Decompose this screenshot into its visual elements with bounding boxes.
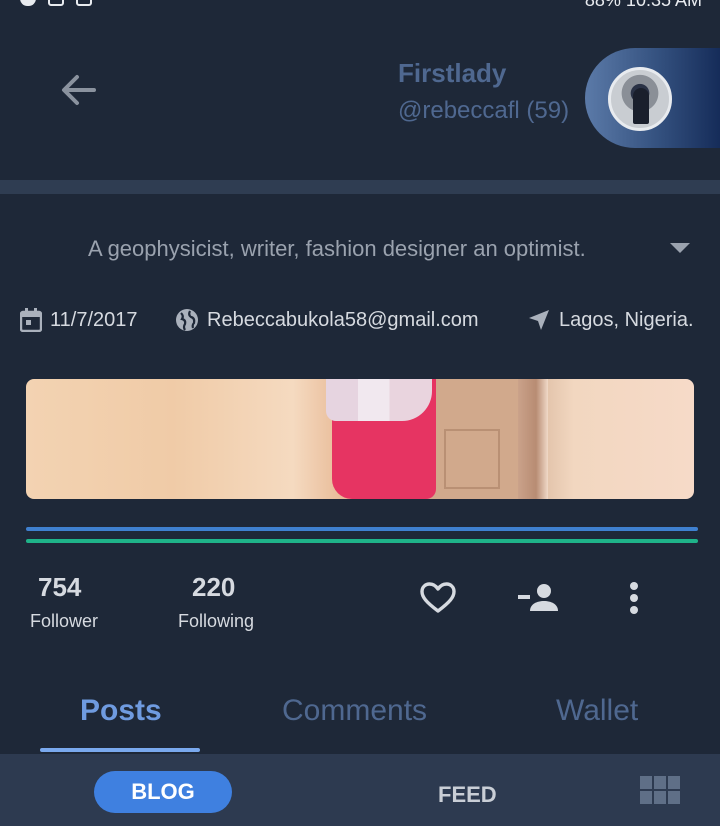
bottom-nav: BLOG FEED [0,754,720,826]
location-arrow-icon [529,310,549,330]
followers-stat[interactable]: 754 Follower [30,572,98,632]
chevron-down-icon[interactable] [668,240,692,256]
following-count: 220 [192,572,236,602]
email-link[interactable]: Rebeccabukola58@gmail.com [175,308,479,332]
tab-wallet[interactable]: Wallet [556,694,638,728]
join-date: 11/7/2017 [20,308,138,332]
status-bar: 88% 10:35 AM [0,0,720,10]
following-stat[interactable]: 220 Following [178,572,254,632]
follow-user-icon [518,584,558,611]
calendar-icon [20,308,42,332]
globe-icon [176,309,198,331]
profile-handle: @rebeccafl (59) [398,97,570,124]
heart-icon [420,582,456,613]
header-divider [0,180,720,194]
accent-line-blue [26,527,698,531]
tab-comments[interactable]: Comments [282,694,427,728]
like-button[interactable] [418,578,458,618]
profile-header: Firstlady @rebeccafl (59) [0,10,720,180]
location: Lagos, Nigeria. [527,308,694,332]
cover-image [26,379,694,499]
blog-button[interactable]: BLOG [94,771,232,813]
tab-posts[interactable]: Posts [80,694,162,728]
join-date-text: 11/7/2017 [50,308,138,331]
profile-meta: 11/7/2017 Rebeccabukola58@gmail.com Lago… [20,308,720,340]
back-arrow-icon [62,75,96,105]
active-tab-indicator [40,748,200,752]
accent-line-green [26,539,698,543]
back-button[interactable] [56,70,100,110]
follow-button[interactable] [518,578,558,618]
followers-count: 754 [38,572,82,602]
profile-bio: A geophysicist, writer, fashion designer… [88,236,586,261]
more-vertical-icon [630,582,638,614]
email-text: Rebeccabukola58@gmail.com [207,308,479,331]
location-text: Lagos, Nigeria. [559,308,694,331]
status-icons [20,0,92,6]
feed-button[interactable]: FEED [438,782,497,808]
following-label: Following [178,611,255,631]
profile-name: Firstlady [398,58,507,88]
grid-icon[interactable] [640,776,680,806]
avatar[interactable] [608,67,672,131]
more-options-button[interactable] [614,578,654,618]
followers-label: Follower [30,611,99,631]
